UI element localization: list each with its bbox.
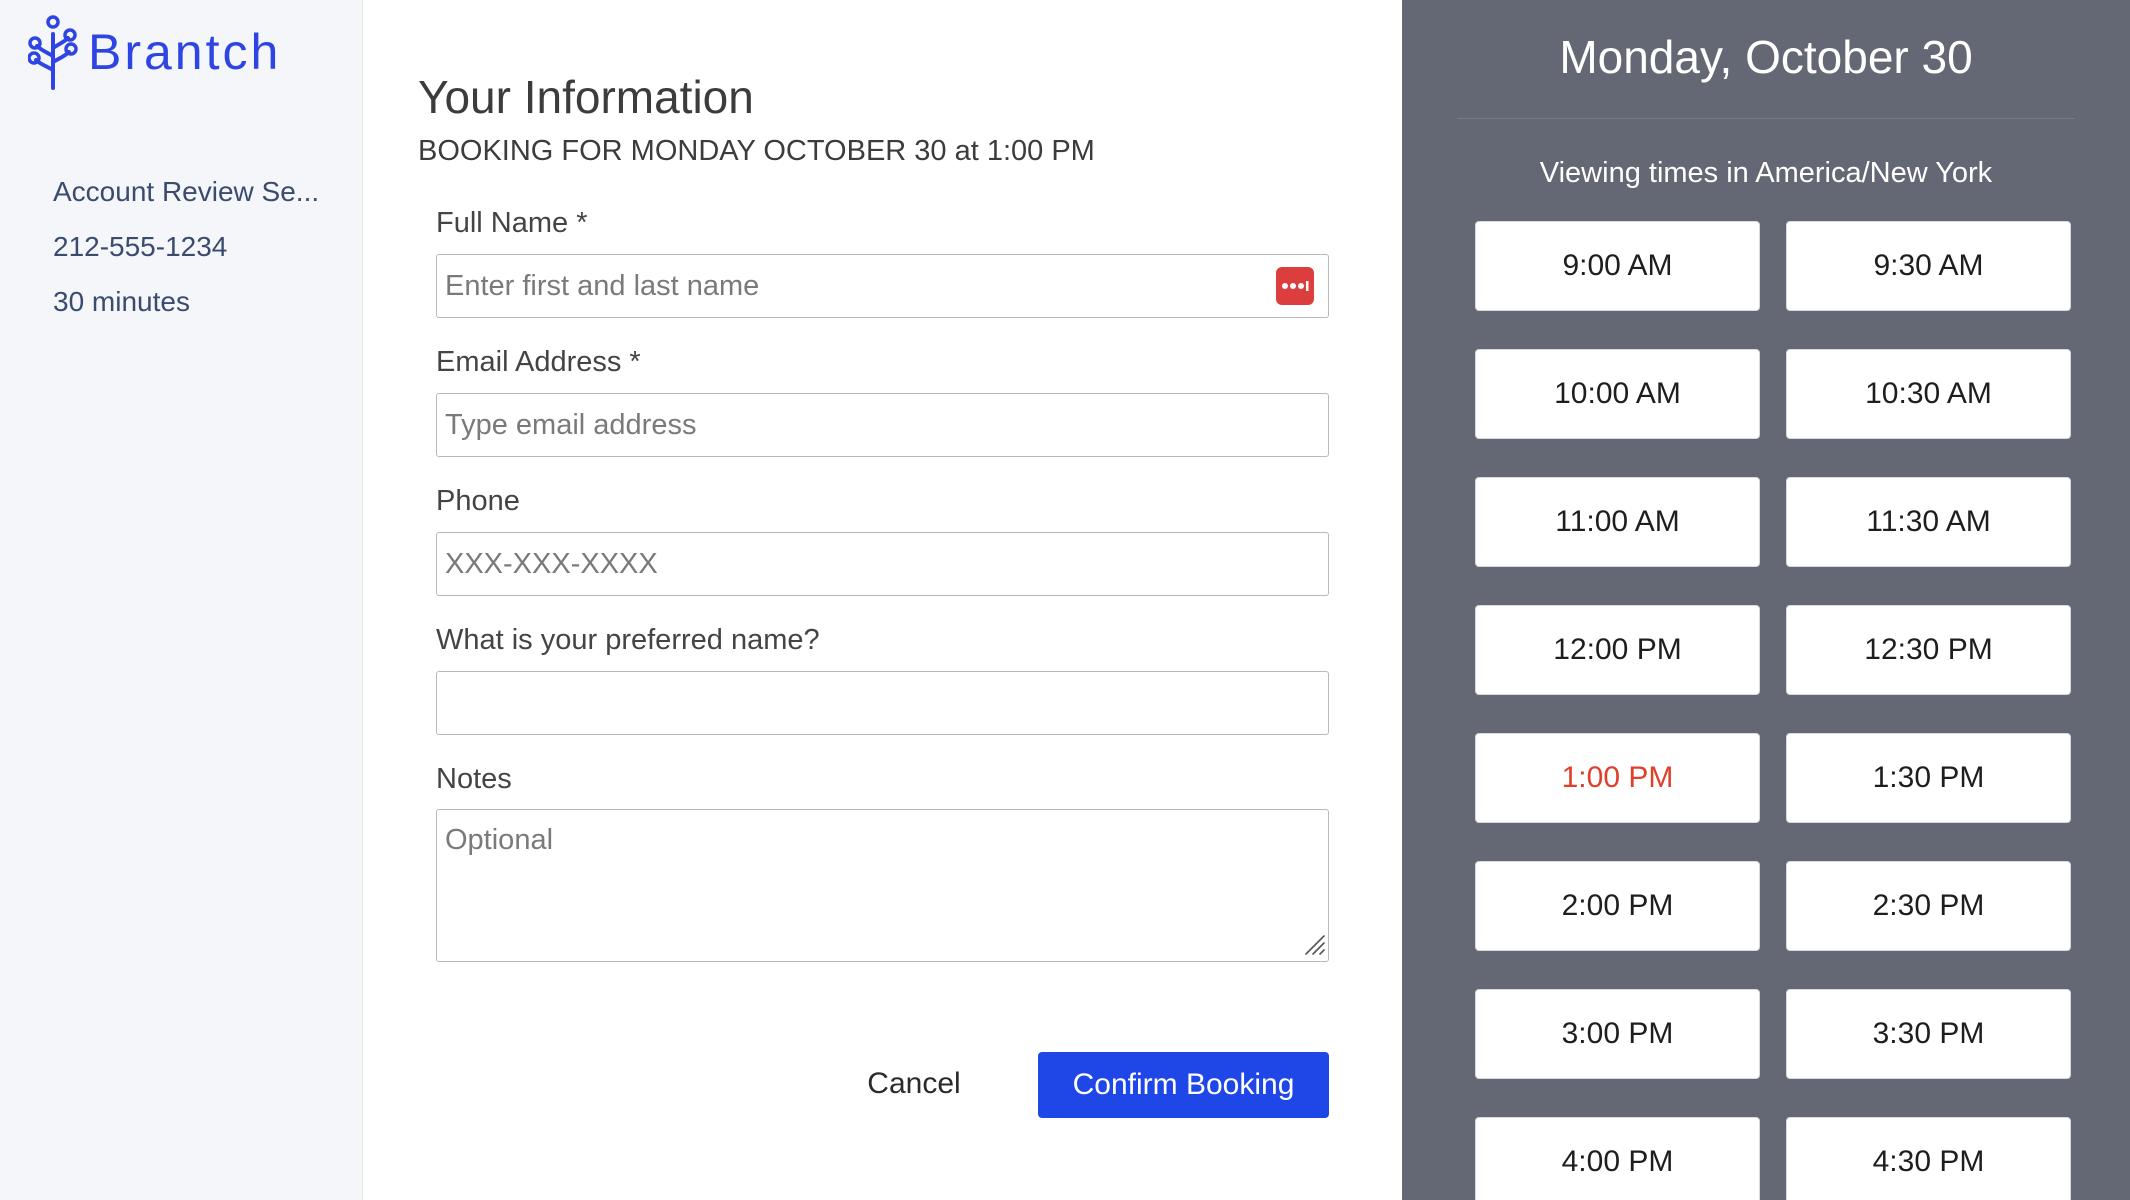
phone-label: Phone [436,485,520,517]
time-slot-button[interactable]: 3:30 PM [1786,989,2071,1079]
time-slot-button[interactable]: 4:30 PM [1786,1117,2071,1200]
time-slot-button[interactable]: 9:30 AM [1786,221,2071,311]
page-title: Your Information [418,71,754,123]
contact-phone: 212-555-1234 [53,231,228,262]
time-slot-button[interactable]: 11:00 AM [1475,477,1760,567]
email-label: Email Address * [436,346,641,378]
time-slot-button[interactable]: 12:00 PM [1475,605,1760,695]
time-slot-button[interactable]: 9:00 AM [1475,221,1760,311]
time-slot-button[interactable]: 2:30 PM [1786,861,2071,951]
booking-page: Brantch Account Review Se... 212-555-123… [0,0,2130,1200]
notes-textarea[interactable] [436,809,1329,962]
booking-form: Your Information BOOKING FOR MONDAY OCTO… [364,0,1402,1200]
dots-icon [1282,281,1309,291]
time-slot-grid: 9:00 AM 9:30 AM 10:00 AM 10:30 AM 11:00 … [1475,221,2071,1200]
preferred-name-label: What is your preferred name? [436,624,820,656]
appointment-type: Account Review Se... [53,176,320,207]
selected-date-heading: Monday, October 30 [1559,31,1973,83]
notes-label: Notes [436,763,512,795]
time-slot-button-selected[interactable]: 1:00 PM [1475,733,1760,823]
time-slot-button[interactable]: 12:30 PM [1786,605,2071,695]
password-manager-icon[interactable] [1276,267,1314,305]
resize-handle-icon[interactable] [1302,932,1326,956]
time-slot-button[interactable]: 10:00 AM [1475,349,1760,439]
full-name-label: Full Name * [436,207,588,239]
timezone-label: Viewing times in America/New York [1539,157,1993,189]
time-slot-button[interactable]: 2:00 PM [1475,861,1760,951]
time-slot-button[interactable]: 4:00 PM [1475,1117,1760,1200]
time-slot-button[interactable]: 11:30 AM [1786,477,2071,567]
cancel-button[interactable]: Cancel [824,1052,1004,1116]
appointment-duration: 30 minutes [53,286,190,317]
divider [1457,118,2075,119]
booking-summary: BOOKING FOR MONDAY OCTOBER 30 at 1:00 PM [418,135,1095,167]
time-slot-button[interactable]: 3:00 PM [1475,989,1760,1079]
branch-logo-icon [28,15,78,90]
phone-input[interactable] [436,532,1329,596]
confirm-booking-button[interactable]: Confirm Booking [1038,1052,1329,1118]
preferred-name-input[interactable] [436,671,1329,735]
time-slot-button[interactable]: 10:30 AM [1786,349,2071,439]
email-input[interactable] [436,393,1329,457]
sidebar: Brantch Account Review Se... 212-555-123… [0,0,363,1200]
full-name-input[interactable] [436,254,1329,318]
time-slot-button[interactable]: 1:30 PM [1786,733,2071,823]
brand-logo[interactable]: Brantch [28,14,281,90]
appointment-details: Account Review Se... 212-555-1234 30 min… [53,172,343,337]
brand-name: Brantch [88,24,282,80]
time-slot-panel: Monday, October 30 Viewing times in Amer… [1402,0,2130,1200]
